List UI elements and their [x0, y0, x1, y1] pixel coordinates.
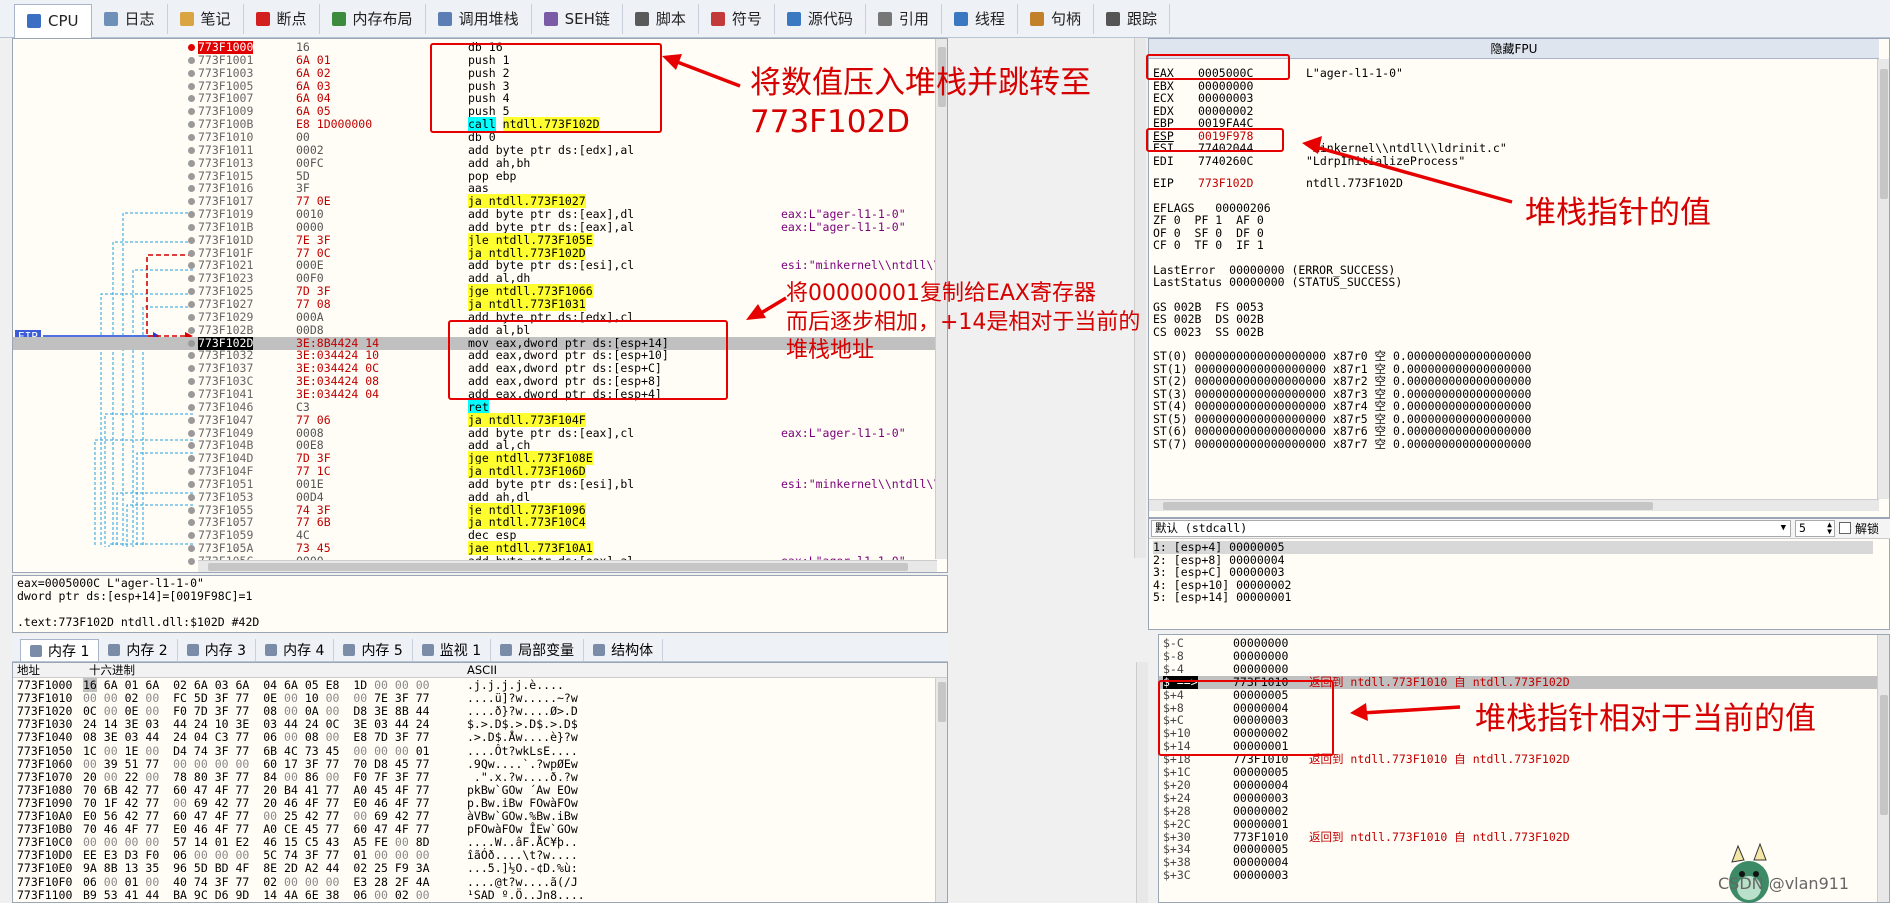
annotation-esp: 堆栈指针的值 [1525, 195, 1711, 231]
dino-mascot-icon [1729, 842, 1769, 903]
annotation-push: 将数值压入堆栈并跳转至 773F102D [750, 65, 1091, 140]
watermark: CSDN @vlan911 [1718, 874, 1850, 893]
annotation-stack: 堆栈指针相对于当前的值 [1475, 701, 1816, 737]
dino-mascot [1722, 838, 1776, 903]
annotation-eax: 将00000001复制给EAX寄存器 而后逐步相加，+14是相对于当前的 堆栈地… [786, 281, 1141, 364]
